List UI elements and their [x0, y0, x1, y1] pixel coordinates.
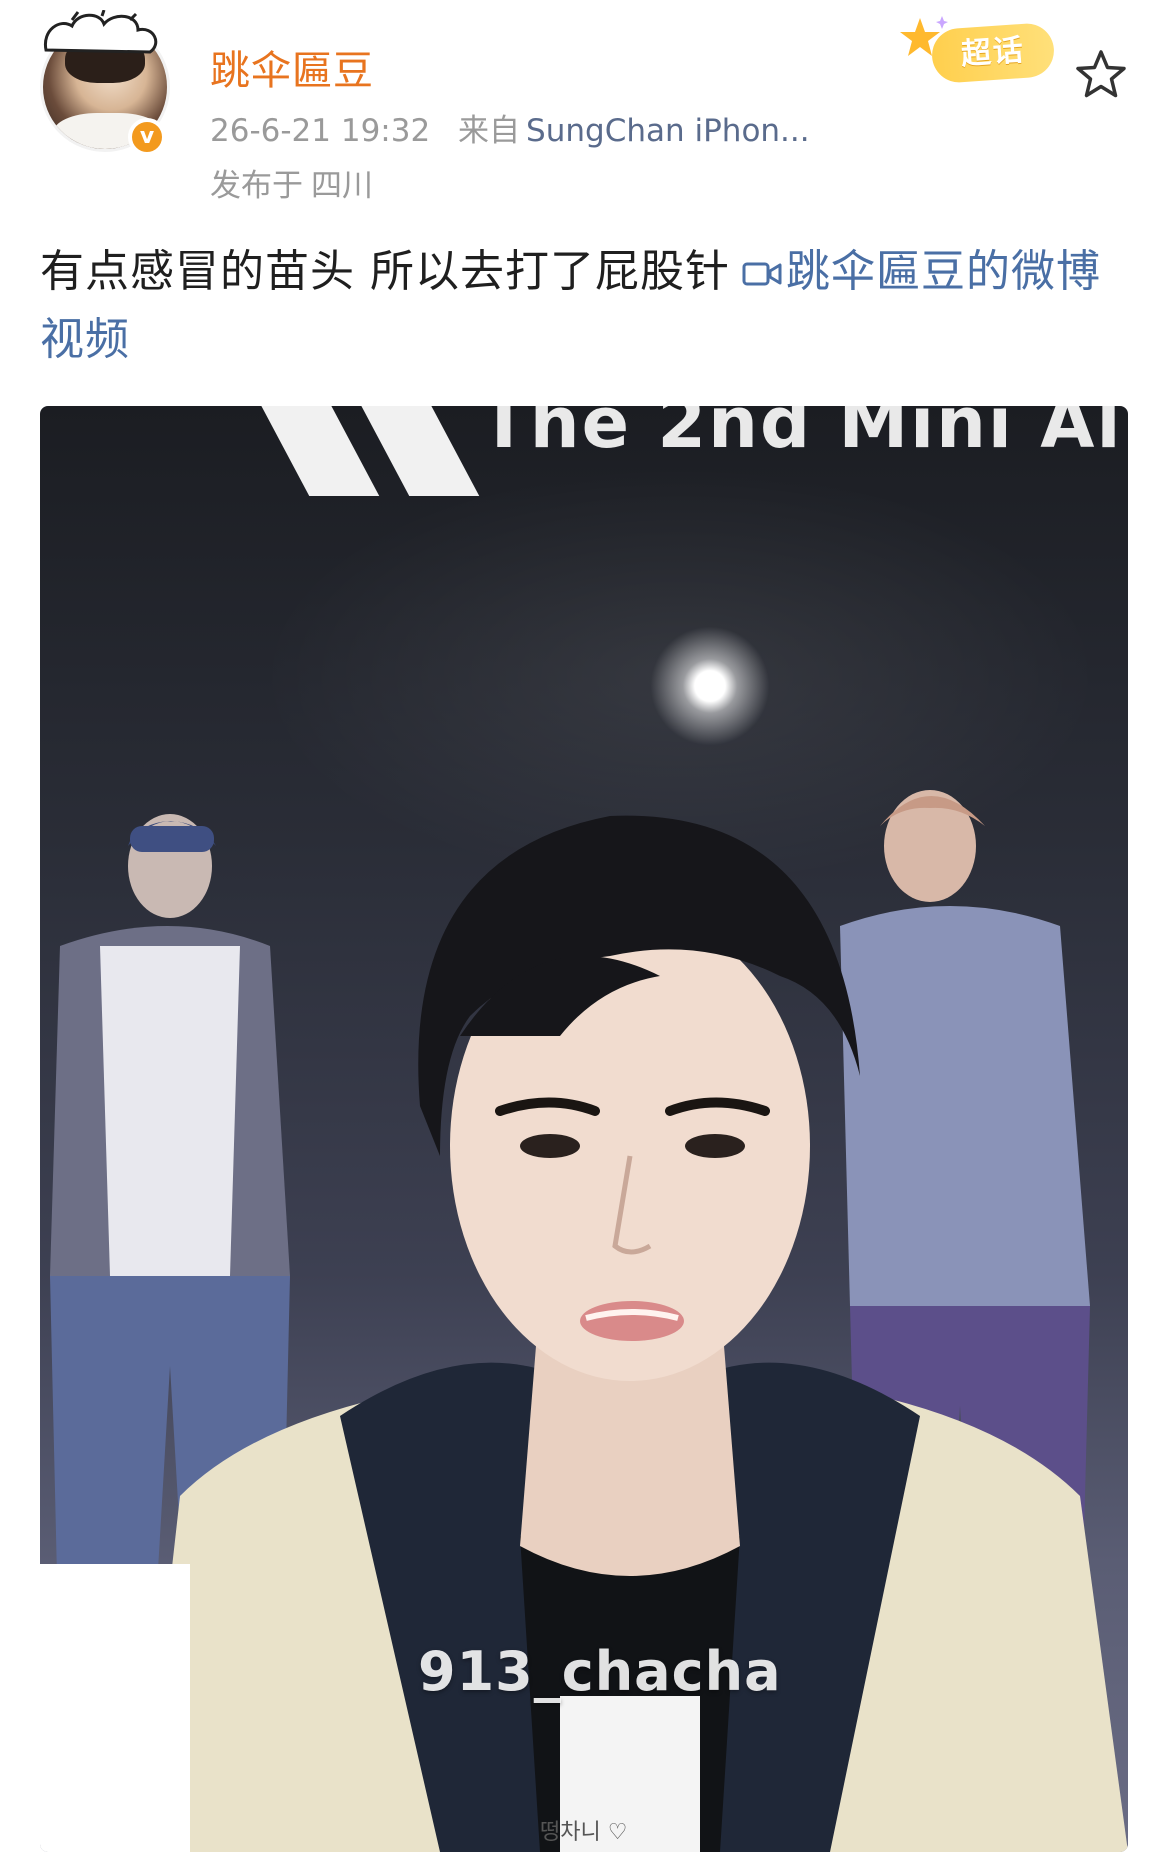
post-source[interactable]: SungChan iPhon... [526, 113, 810, 149]
post-body: 有点感冒的苗头 所以去打了屁股针 [40, 246, 730, 297]
source-prefix: 来自 [458, 113, 521, 149]
video-camera-icon [742, 262, 782, 286]
watermark-text: 913_chacha [418, 1640, 782, 1703]
media-corner-overlay [40, 1564, 190, 1852]
star-outline-icon[interactable] [1074, 48, 1128, 102]
post-meta: 26-6-21 19:32 来自 SungChan iPhon... [210, 105, 810, 150]
location-name: 四川 [311, 168, 373, 204]
location-prefix: 发布于 [210, 168, 303, 204]
banner-text: The 2nd Mini Album [480, 406, 1128, 464]
post-location: 发布于 四川 [210, 160, 373, 205]
banner-slash-shape [250, 406, 380, 496]
post-text: 有点感冒的苗头 所以去打了屁股针 跳伞匾豆的微博视频 [40, 238, 1130, 374]
timestamp: 26-6-21 19:32 [210, 113, 431, 149]
supertopic-label: 超话 [930, 21, 1056, 85]
avatar-frame-deco-icon [43, 10, 158, 54]
video-thumbnail[interactable]: The 2nd Mini Album [40, 406, 1128, 1852]
supertopic-badge[interactable]: 超话 [892, 14, 1068, 94]
verified-v-icon: v [128, 118, 166, 156]
media-caption-tag: 떵차니 ♡ [540, 1820, 628, 1845]
post-header: v 跳伞匾豆 26-6-21 19:32 来自 SungChan iPhon...… [0, 0, 1170, 215]
username[interactable]: 跳伞匾豆 [210, 38, 374, 96]
spotlight-shape [650, 626, 770, 746]
